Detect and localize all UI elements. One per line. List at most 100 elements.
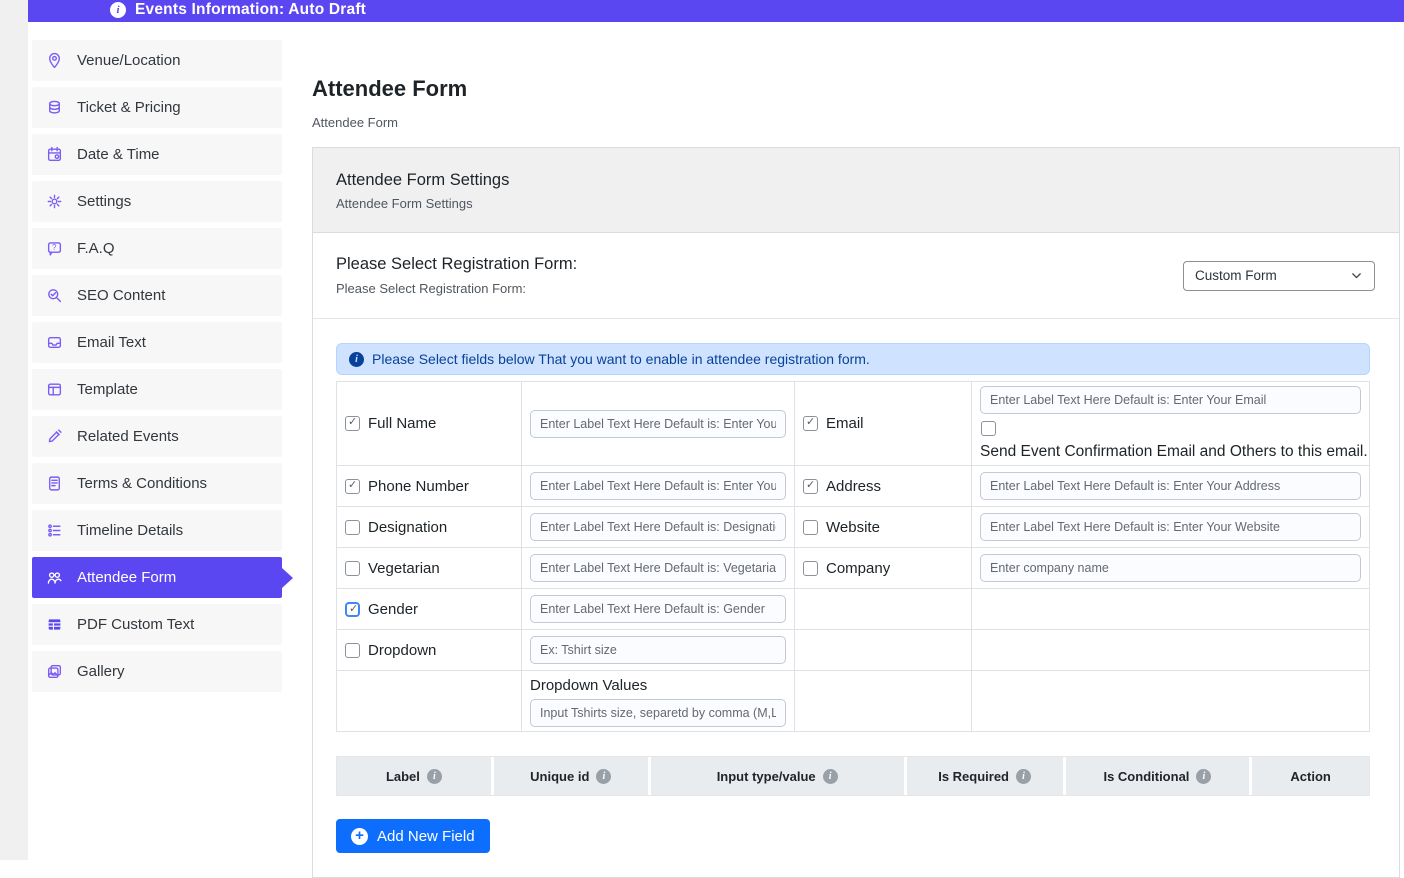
active-item-arrow <box>282 568 293 588</box>
sidebar-item-timeline-details[interactable]: Timeline Details <box>32 510 282 551</box>
field-config-header: Label Unique id Input type/value Is Requ… <box>336 756 1370 796</box>
full-name-label-input[interactable] <box>530 410 786 438</box>
sidebar-item-venue-location[interactable]: Venue/Location <box>32 40 282 81</box>
phone-label-input[interactable] <box>530 472 786 500</box>
sidebar-item-label: Template <box>77 381 138 398</box>
email-label: Email <box>826 415 864 432</box>
plus-circle-icon <box>351 828 368 845</box>
vegetarian-label-input[interactable] <box>530 554 786 582</box>
sidebar-item-label: Timeline Details <box>77 522 183 539</box>
company-label-input[interactable] <box>980 554 1361 582</box>
registration-sublabel: Please Select Registration Form: <box>336 281 577 296</box>
column-header-is-conditional: Is Conditional <box>1066 757 1253 795</box>
table-row: Full Name Email Send Event Confirmation … <box>337 382 1370 466</box>
designation-checkbox[interactable] <box>345 520 360 535</box>
company-checkbox[interactable] <box>803 561 818 576</box>
gender-label: Gender <box>368 601 418 618</box>
sidebar-item-label: PDF Custom Text <box>77 616 194 633</box>
email-label-input[interactable] <box>980 386 1361 414</box>
sidebar-item-template[interactable]: Template <box>32 369 282 410</box>
pdf-table-icon <box>46 616 63 633</box>
table-row: Dropdown <box>337 630 1370 671</box>
info-alert: Please Select fields below That you want… <box>336 343 1370 375</box>
designation-label-input[interactable] <box>530 513 786 541</box>
sidebar-item-label: Gallery <box>77 663 125 680</box>
website-label-input[interactable] <box>980 513 1361 541</box>
main-content: Attendee Form Attendee Form Attendee For… <box>312 22 1400 878</box>
sidebar-item-label: Email Text <box>77 334 146 351</box>
gender-label-input[interactable] <box>530 595 786 623</box>
selected-option: Custom Form <box>1195 268 1277 283</box>
fields-table: Full Name Email Send Event Confirmation … <box>336 381 1370 732</box>
table-row: Vegetarian Company <box>337 548 1370 589</box>
column-header-unique-id: Unique id <box>494 757 651 795</box>
page-title: Attendee Form <box>312 76 1400 102</box>
sidebar-item-label: SEO Content <box>77 287 165 304</box>
sidebar-item-seo-content[interactable]: SEO Content <box>32 275 282 316</box>
info-icon[interactable] <box>823 769 838 784</box>
info-icon[interactable] <box>427 769 442 784</box>
company-label: Company <box>826 560 890 577</box>
dropdown-values-input[interactable] <box>530 699 786 727</box>
website-label: Website <box>826 519 880 536</box>
sidebar-item-gallery[interactable]: Gallery <box>32 651 282 692</box>
calendar-icon <box>46 146 63 163</box>
info-icon <box>110 2 126 18</box>
settings-sidebar: Venue/Location Ticket & Pricing Date & T… <box>32 40 282 698</box>
sidebar-item-attendee-form[interactable]: Attendee Form <box>32 557 282 598</box>
dropdown-checkbox[interactable] <box>345 643 360 658</box>
sidebar-item-pdf-custom-text[interactable]: PDF Custom Text <box>32 604 282 645</box>
sidebar-item-label: Date & Time <box>77 146 160 163</box>
sidebar-item-settings[interactable]: Settings <box>32 181 282 222</box>
table-row: Designation Website <box>337 507 1370 548</box>
add-new-field-label: Add New Field <box>377 828 475 845</box>
send-confirmation-checkbox[interactable] <box>981 421 996 436</box>
info-icon[interactable] <box>1016 769 1031 784</box>
address-checkbox[interactable] <box>803 479 818 494</box>
add-new-field-button[interactable]: Add New Field <box>336 819 490 853</box>
document-icon <box>46 475 63 492</box>
gender-checkbox[interactable] <box>345 602 360 617</box>
sidebar-item-terms-conditions[interactable]: Terms & Conditions <box>32 463 282 504</box>
phone-label: Phone Number <box>368 478 469 495</box>
full-name-checkbox[interactable] <box>345 416 360 431</box>
sidebar-item-ticket-pricing[interactable]: Ticket & Pricing <box>32 87 282 128</box>
sidebar-item-label: Ticket & Pricing <box>77 99 181 116</box>
timeline-list-icon <box>46 522 63 539</box>
page-header-bar: Events Information: Auto Draft <box>28 0 1404 22</box>
sidebar-item-faq[interactable]: ? F.A.Q <box>32 228 282 269</box>
sidebar-item-date-time[interactable]: Date & Time <box>32 134 282 175</box>
column-header-input-type: Input type/value <box>651 757 907 795</box>
faq-bubble-icon: ? <box>46 240 63 257</box>
phone-checkbox[interactable] <box>345 479 360 494</box>
send-confirmation-label: Send Event Confirmation Email and Others… <box>980 443 1361 461</box>
attendees-people-icon <box>46 569 63 586</box>
chevron-down-icon <box>1350 269 1363 282</box>
dropdown-label-input[interactable] <box>530 636 786 664</box>
registration-form-select[interactable]: Custom Form <box>1183 261 1375 291</box>
registration-label: Please Select Registration Form: <box>336 255 577 274</box>
table-row: Phone Number Address <box>337 466 1370 507</box>
gear-icon <box>46 193 63 210</box>
dropdown-values-label: Dropdown Values <box>530 677 786 694</box>
dropdown-label: Dropdown <box>368 642 436 659</box>
coins-icon <box>46 99 63 116</box>
page-header-title: Events Information: Auto Draft <box>135 1 366 19</box>
designation-label: Designation <box>368 519 447 536</box>
info-icon[interactable] <box>596 769 611 784</box>
related-pencil-icon <box>46 428 63 445</box>
panel-heading: Attendee Form Settings <box>336 171 1375 190</box>
sidebar-item-label: F.A.Q <box>77 240 115 257</box>
column-header-label: Label <box>337 757 494 795</box>
sidebar-item-email-text[interactable]: Email Text <box>32 322 282 363</box>
registration-form-row: Please Select Registration Form: Please … <box>313 233 1399 319</box>
info-icon[interactable] <box>1196 769 1211 784</box>
website-checkbox[interactable] <box>803 520 818 535</box>
fields-section: Please Select fields below That you want… <box>313 319 1399 877</box>
seo-search-icon <box>46 287 63 304</box>
sidebar-item-related-events[interactable]: Related Events <box>32 416 282 457</box>
vegetarian-checkbox[interactable] <box>345 561 360 576</box>
info-icon <box>349 352 364 367</box>
email-checkbox[interactable] <box>803 416 818 431</box>
address-label-input[interactable] <box>980 472 1361 500</box>
